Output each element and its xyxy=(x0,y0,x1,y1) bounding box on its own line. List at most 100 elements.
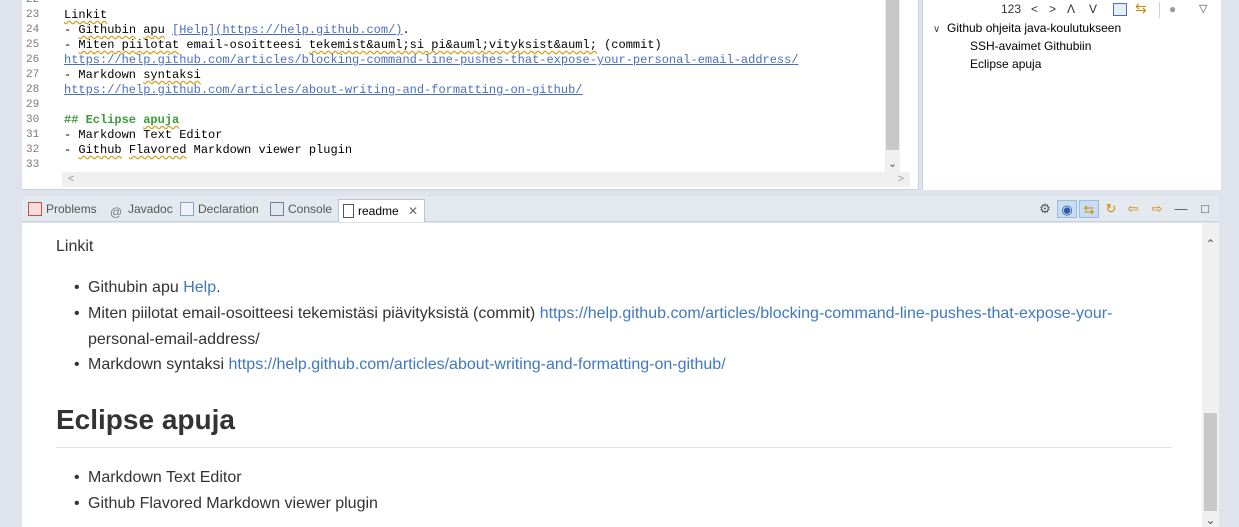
editor-line[interactable]: - Miten piilotat email-osoitteesi tekemi… xyxy=(64,38,662,53)
next-heading-button[interactable]: > xyxy=(1049,2,1056,16)
scroll-up-arrow-icon[interactable]: ⌃ xyxy=(1202,237,1219,251)
tree-item-root[interactable]: ∨ Github ohjeita java-koulutukseen xyxy=(933,20,1121,37)
list-item: Miten piilotat email-osoitteesi tekemist… xyxy=(88,305,1112,323)
editor-scroll-thumb[interactable] xyxy=(886,0,899,150)
readme-preview: Linkit • Githubin apu Help. • Miten piil… xyxy=(22,223,1219,527)
toolbar-separator xyxy=(1159,2,1160,18)
editor-horizontal-scrollbar[interactable]: < > xyxy=(62,172,910,187)
editor-line[interactable]: ## Eclipse apuja xyxy=(64,113,179,128)
link-with-editor-icon[interactable]: ⇆ xyxy=(1079,200,1099,218)
line-number: 30 xyxy=(26,114,40,126)
line-number: 23 xyxy=(26,9,40,21)
list-item-text: Miten piilotat email-osoitteesi tekemist… xyxy=(88,305,540,322)
tab-label: Problems xyxy=(46,202,97,216)
tree-item-label: Github ohjeita java-koulutukseen xyxy=(947,21,1122,35)
back-arrow-icon[interactable]: ⇦ xyxy=(1123,200,1143,218)
tab-declaration[interactable]: Declaration xyxy=(180,200,259,220)
editor-line[interactable]: Linkit xyxy=(64,8,107,23)
outline-toolbar: 123 < > Λ V ⇆ ● ▽ xyxy=(923,0,1222,20)
email-privacy-link[interactable]: https://help.github.com/articles/blockin… xyxy=(540,305,1113,322)
editor-vertical-scrollbar[interactable]: ⌄ xyxy=(885,0,900,172)
list-item-text: Markdown syntaksi xyxy=(88,356,229,373)
tab-console[interactable]: Console xyxy=(270,200,332,220)
code-token: Linkit xyxy=(64,8,108,22)
help-link[interactable]: Help xyxy=(183,279,216,296)
settings-gear-icon[interactable]: ⚙ xyxy=(1035,200,1055,218)
at-sign-icon: @ xyxy=(110,205,123,219)
maximize-icon[interactable]: □ xyxy=(1195,200,1215,218)
document-icon xyxy=(343,204,354,218)
scroll-down-arrow-icon[interactable]: ⌄ xyxy=(1202,513,1219,527)
tree-item-eclipse[interactable]: Eclipse apuja xyxy=(970,56,1041,73)
markdown-editor[interactable]: 22 23 24 25 26 27 28 29 30 31 32 33 Linkit - Githubi… xyxy=(22,0,919,190)
bottom-view-tabbar: Problems @ Javadoc Declaration Console re… xyxy=(22,196,1219,222)
code-token: Flavored xyxy=(128,143,187,157)
line-number: 32 xyxy=(26,144,40,156)
refresh-icon[interactable]: ↻ xyxy=(1101,200,1121,218)
line-number: 24 xyxy=(26,24,40,36)
collapse-all-icon[interactable] xyxy=(1113,3,1127,16)
close-icon[interactable]: ✕ xyxy=(408,204,418,218)
tab-label: readme xyxy=(358,204,399,218)
line-number: 27 xyxy=(26,69,40,81)
tab-label: Javadoc xyxy=(128,202,173,216)
code-token: Github xyxy=(78,143,122,157)
forward-arrow-icon[interactable]: ⇨ xyxy=(1147,200,1167,218)
editor-line[interactable]: - Markdown Text Editor xyxy=(64,128,222,143)
scroll-left-arrow-icon[interactable]: < xyxy=(68,173,74,185)
editor-line[interactable]: - Github Flavored Markdown viewer plugin xyxy=(64,143,352,158)
globe-icon[interactable]: ◉ xyxy=(1057,200,1077,218)
list-item-text: Githubin apu xyxy=(88,279,184,296)
code-token: ## Eclipse xyxy=(64,113,144,127)
declaration-icon xyxy=(180,202,194,216)
preview-vertical-scrollbar[interactable]: ⌃ ⌄ xyxy=(1202,223,1219,527)
view-toolbar: ⚙ ◉ ⇆ ↻ ⇦ ⇨ — □ xyxy=(1035,200,1215,218)
code-token: - xyxy=(64,143,79,157)
line-number: 29 xyxy=(26,99,40,111)
scroll-down-arrow-icon[interactable]: ⌄ xyxy=(885,157,900,170)
code-token: - Markdown Text Editor xyxy=(64,128,223,142)
line-number: 22 xyxy=(26,0,40,6)
minimize-icon[interactable]: — xyxy=(1171,200,1191,218)
preview-heading-linkit: Linkit xyxy=(56,238,94,255)
editor-line[interactable]: - Githubin apu [Help](https://help.githu… xyxy=(64,23,410,38)
chevron-down-icon[interactable]: ∨ xyxy=(933,21,947,38)
code-token: - xyxy=(64,38,79,52)
code-token: tekemist&auml;si pi&auml;vityksist&auml; xyxy=(308,38,597,52)
tab-problems[interactable]: Problems xyxy=(28,200,97,220)
scroll-right-arrow-icon[interactable]: > xyxy=(898,173,904,185)
tab-label: Console xyxy=(288,202,333,216)
editor-line[interactable]: https://help.github.com/articles/about-w… xyxy=(64,83,582,98)
editor-line[interactable]: https://help.github.com/articles/blockin… xyxy=(64,53,799,68)
bullet: • xyxy=(74,305,80,322)
link-with-editor-icon[interactable]: ⇆ xyxy=(1135,0,1147,17)
heading-divider xyxy=(56,447,1172,448)
line-number: 33 xyxy=(26,159,40,171)
markdown-syntax-link[interactable]: https://help.github.com/articles/about-w… xyxy=(229,356,726,373)
code-token: - Markdown xyxy=(64,68,144,82)
bullet: • xyxy=(74,279,80,296)
move-up-button[interactable]: Λ xyxy=(1067,2,1075,16)
view-menu-icon[interactable]: ▽ xyxy=(1199,2,1207,15)
code-token: Markdown viewer plugin xyxy=(186,143,353,157)
code-token: - xyxy=(64,23,79,37)
filter-icon[interactable]: ● xyxy=(1169,2,1176,16)
editor-line[interactable]: - Markdown syntaksi xyxy=(64,68,201,83)
tree-item-ssh[interactable]: SSH-avaimet Githubiin xyxy=(970,38,1091,55)
preview-scroll-thumb[interactable] xyxy=(1204,413,1217,511)
tab-javadoc[interactable]: @ Javadoc xyxy=(110,200,173,220)
heading-level-counter[interactable]: 123 xyxy=(1001,2,1021,16)
move-down-button[interactable]: V xyxy=(1089,2,1097,16)
code-token: . xyxy=(402,23,410,37)
console-icon xyxy=(270,202,284,216)
previous-heading-button[interactable]: < xyxy=(1031,2,1038,16)
email-privacy-link-continued[interactable]: personal-email-address/ xyxy=(88,331,260,349)
list-item: Markdown syntaksi https://help.github.co… xyxy=(88,356,726,374)
code-token: apuja xyxy=(143,113,180,127)
editor-text-area[interactable]: Linkit - Githubin apu [Help](https://help… xyxy=(56,0,908,172)
tab-readme[interactable]: readme ✕ xyxy=(338,199,426,222)
code-token: https://help.github.com/articles/blockin… xyxy=(64,53,799,67)
code-token: syntaksi xyxy=(143,68,201,82)
